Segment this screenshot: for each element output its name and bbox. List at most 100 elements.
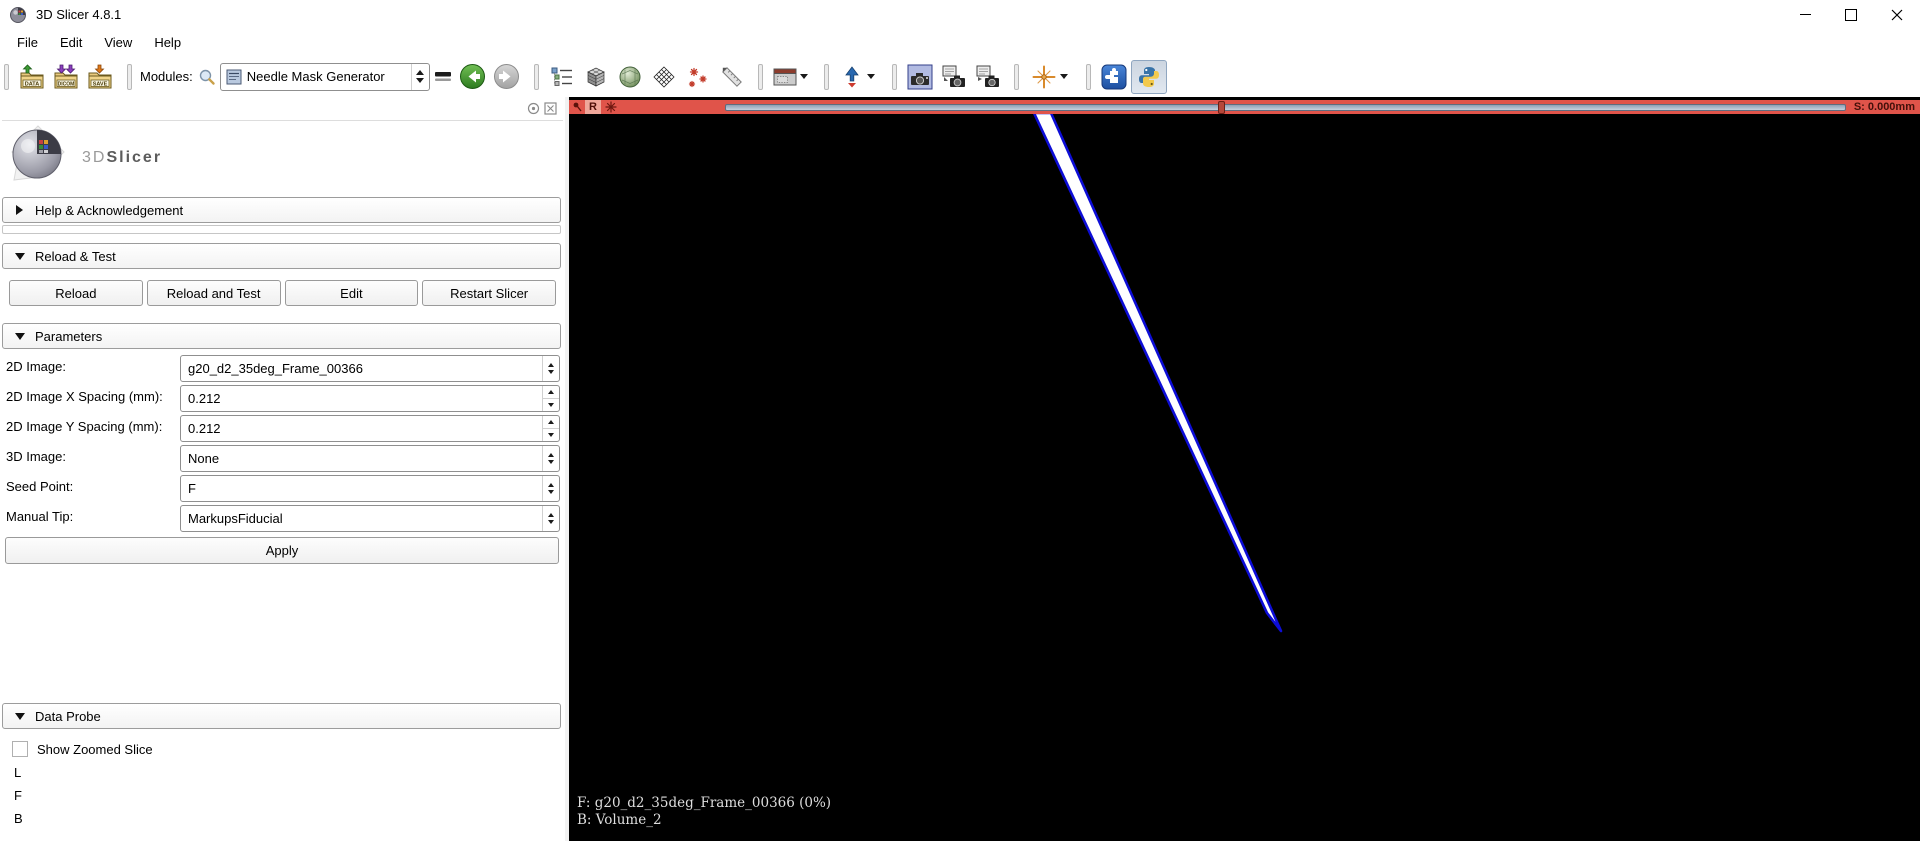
save-button[interactable]: SAVE <box>83 61 117 93</box>
spin-down-button[interactable] <box>543 428 559 441</box>
spinbox-buttons[interactable] <box>542 386 559 411</box>
extensions-manager-button[interactable] <box>1097 61 1131 93</box>
toolbar-handle[interactable] <box>1013 63 1019 90</box>
edit-button[interactable]: Edit <box>284 280 419 306</box>
slice-visibility-icon[interactable] <box>605 101 617 113</box>
minimize-button[interactable] <box>1782 0 1828 29</box>
panel-close-icon[interactable] <box>544 102 557 115</box>
reload-and-test-button[interactable]: Reload and Test <box>146 280 281 306</box>
help-acknowledgement-section[interactable]: Help & Acknowledgement <box>2 197 561 223</box>
minimize-icon <box>1799 14 1811 15</box>
apply-button[interactable]: Apply <box>5 537 559 564</box>
spinbox-value: 0.212 <box>188 421 221 436</box>
parameters-section-title: Parameters <box>35 328 103 344</box>
toolbar-handle[interactable] <box>823 63 829 90</box>
field-label: Seed Point: <box>6 479 74 494</box>
menu-edit[interactable]: Edit <box>49 31 93 54</box>
spin-up-icon <box>548 453 554 457</box>
module-search-icon[interactable] <box>198 68 216 86</box>
menu-view[interactable]: View <box>93 31 143 54</box>
parameters-section[interactable]: Parameters <box>2 323 561 349</box>
spin-up-button[interactable] <box>543 416 559 428</box>
spin-up-icon <box>548 483 554 487</box>
restart-slicer-button[interactable]: Restart Slicer <box>422 280 556 306</box>
panel-pin-icon[interactable] <box>527 102 540 115</box>
combobox-value: MarkupsFiducial <box>188 511 283 526</box>
red-slice-viewer[interactable]: R S: 0.000mm F: g20_d2_35deg_Frame_00366… <box>569 97 1920 841</box>
y-spacing-spinbox[interactable]: 0.212 <box>180 415 560 442</box>
combobox-value: g20_d2_35deg_Frame_00366 <box>188 361 363 376</box>
load-data-button[interactable]: DATA <box>15 61 49 93</box>
module-forward-button[interactable] <box>490 61 524 93</box>
slicer-logo-text: 3DSlicer <box>82 149 163 166</box>
slider-handle[interactable] <box>1218 100 1226 114</box>
title-bar: 3D Slicer 4.8.1 <box>0 0 1920 29</box>
layer-label-b: B <box>14 811 23 826</box>
slice-controller-bar: R S: 0.000mm <box>569 100 1920 114</box>
scene-view-save-button[interactable] <box>937 61 971 93</box>
2d-image-combobox[interactable]: g20_d2_35deg_Frame_00366 <box>180 355 560 382</box>
maximize-button[interactable] <box>1828 0 1874 29</box>
scene-view-camera-icon <box>942 65 965 87</box>
crosshair-button[interactable] <box>1025 61 1077 93</box>
slice-offset-slider[interactable] <box>724 100 1846 114</box>
spin-down-icon <box>548 460 554 464</box>
toolbar-handle[interactable] <box>1085 63 1091 90</box>
module-back-button[interactable] <box>456 61 490 93</box>
reload-button[interactable]: Reload <box>9 280 143 306</box>
slice-pin-icon[interactable] <box>573 102 582 112</box>
spin-down-icon <box>548 433 554 437</box>
spin-down-icon <box>548 490 554 494</box>
combobox-spinner[interactable] <box>542 446 559 471</box>
scene-view-restore-button[interactable] <box>971 61 1005 93</box>
modules-label: Modules: <box>140 69 193 84</box>
collapsed-frame <box>2 225 561 234</box>
close-button[interactable] <box>1874 0 1920 29</box>
transforms-module-button[interactable] <box>647 61 681 93</box>
spinbox-value: 0.212 <box>188 391 221 406</box>
3d-image-combobox[interactable]: None <box>180 445 560 472</box>
spin-up-icon <box>548 420 554 424</box>
toolbar-handle[interactable] <box>891 63 897 90</box>
toolbar-handle[interactable] <box>757 63 763 90</box>
close-icon <box>1891 9 1903 20</box>
mouse-mode-button[interactable] <box>835 61 883 93</box>
show-zoomed-slice-checkbox[interactable] <box>12 741 28 757</box>
volumes-module-button[interactable] <box>579 61 613 93</box>
screenshot-button[interactable] <box>903 61 937 93</box>
toolbar-handle[interactable] <box>4 63 9 90</box>
module-history-button[interactable] <box>430 61 456 93</box>
combobox-spinner[interactable] <box>542 476 559 501</box>
spin-up-button[interactable] <box>543 386 559 398</box>
application-window: 3D Slicer 4.8.1 File Edit View Help DATA <box>0 0 1920 841</box>
corner-annotation: F: g20_d2_35deg_Frame_00366 (0%) B: Volu… <box>577 795 831 829</box>
module-selector-spinner[interactable] <box>410 63 429 90</box>
module-selector-combobox[interactable]: Needle Mask Generator <box>219 62 430 91</box>
dicom-button[interactable]: DICOM <box>49 61 83 93</box>
combobox-spinner[interactable] <box>542 506 559 531</box>
seed-point-combobox[interactable]: F <box>180 475 560 502</box>
spinbox-buttons[interactable] <box>542 416 559 441</box>
markups-module-button[interactable] <box>681 61 715 93</box>
show-module-finder-button[interactable] <box>545 61 579 93</box>
models-module-button[interactable] <box>613 61 647 93</box>
toolbar-handle[interactable] <box>533 63 539 90</box>
combobox-spinner[interactable] <box>542 356 559 381</box>
x-spacing-spinbox[interactable]: 0.212 <box>180 385 560 412</box>
menu-help[interactable]: Help <box>143 31 192 54</box>
manual-tip-combobox[interactable]: MarkupsFiducial <box>180 505 560 532</box>
module-list-icon <box>551 67 572 86</box>
crosshair-icon <box>1032 65 1056 88</box>
field-label: 2D Image: <box>6 359 66 374</box>
spin-down-button[interactable] <box>543 398 559 411</box>
reload-test-section[interactable]: Reload & Test <box>2 243 561 269</box>
data-probe-section[interactable]: Data Probe <box>2 703 561 729</box>
toolbar-handle[interactable] <box>127 63 132 90</box>
annotations-module-button[interactable] <box>715 61 749 93</box>
slicer-app-icon <box>10 6 26 23</box>
python-console-button[interactable] <box>1130 59 1167 94</box>
show-zoomed-slice-label: Show Zoomed Slice <box>37 741 153 757</box>
layout-selector-button[interactable] <box>769 61 815 93</box>
needle-mask-overlay <box>1032 111 1283 633</box>
menu-file[interactable]: File <box>6 31 49 54</box>
